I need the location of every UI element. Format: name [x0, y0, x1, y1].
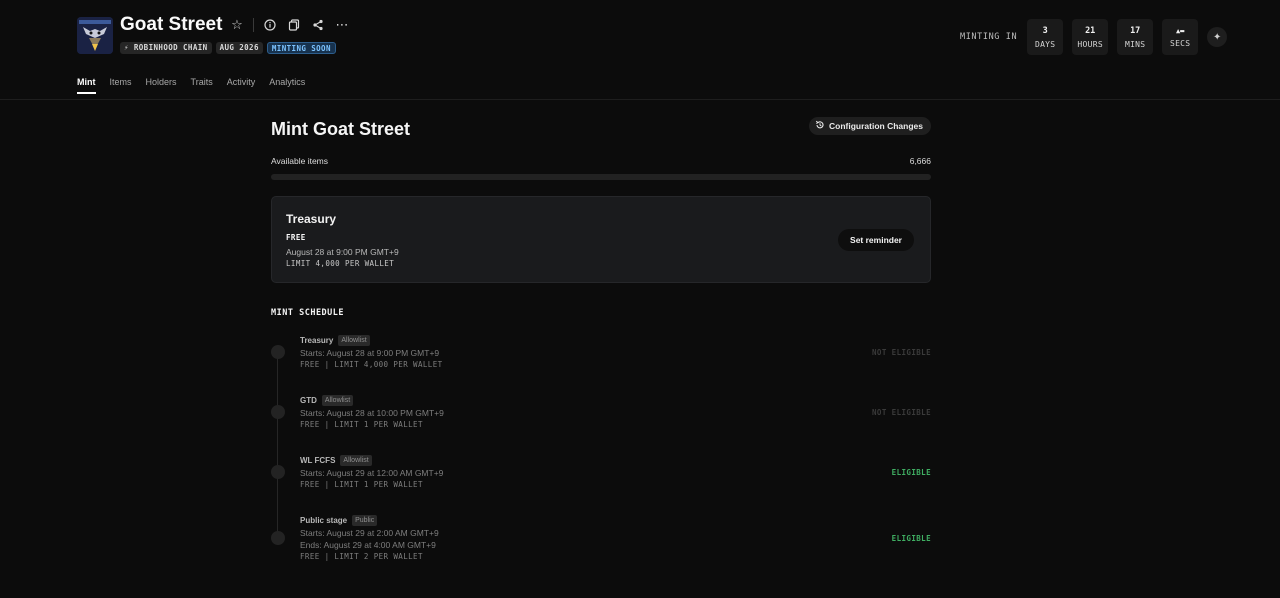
tab-traits[interactable]: Traits — [191, 77, 213, 94]
stage-date: August 28 at 9:00 PM GMT+9 — [286, 247, 399, 257]
mint-countdown: MINTING IN 3 DAYS 21 HOURS 17 MINS ▲▬ SE… — [960, 19, 1228, 55]
info-icon[interactable] — [262, 17, 278, 33]
tab-items[interactable]: Items — [110, 77, 132, 94]
page-title: Mint Goat Street — [271, 119, 411, 139]
countdown-mins: 17 MINS — [1117, 19, 1154, 55]
date-badge: AUG 2026 — [215, 42, 263, 54]
countdown-hours: 21 HOURS — [1072, 19, 1109, 55]
stage-name: GTD — [300, 396, 317, 405]
stage-dot — [271, 531, 285, 545]
history-icon — [815, 120, 825, 132]
share-icon[interactable] — [310, 17, 326, 33]
copy-icon[interactable] — [286, 17, 302, 33]
stage-meta: FREE | LIMIT 4,000 PER WALLET — [300, 360, 443, 369]
mint-progress-bar — [271, 174, 931, 180]
tab-activity[interactable]: Activity — [227, 77, 256, 94]
available-items-label: Available items — [271, 156, 329, 166]
stage-price: FREE — [286, 233, 306, 242]
minting-in-label: MINTING IN — [960, 32, 1018, 42]
chain-badge: ⚡ ROBINHOOD CHAIN — [120, 42, 212, 54]
stage-meta: FREE | LIMIT 2 PER WALLET — [300, 552, 423, 561]
more-options-icon[interactable]: ⋯ — [334, 17, 350, 33]
tab-holders[interactable]: Holders — [146, 77, 177, 94]
stage-status: NOT ELIGIBLE — [872, 408, 931, 417]
stage-tag: Allowlist — [340, 455, 372, 466]
collection-tabs: Mint Items Holders Traits Activity Analy… — [77, 77, 305, 94]
countdown-secs: ▲▬ SECS — [1162, 19, 1199, 55]
collection-avatar — [77, 17, 113, 54]
stage-meta: FREE | LIMIT 1 PER WALLET — [300, 480, 423, 489]
stage-starts: Starts: August 28 at 9:00 PM GMT+9 — [300, 348, 440, 358]
stage-tag: Allowlist — [321, 395, 354, 406]
stage-tag: Public — [352, 515, 378, 526]
available-items-value: 6,666 — [909, 156, 931, 166]
set-reminder-button[interactable]: Set reminder — [838, 229, 914, 251]
stage-name: Treasury — [300, 336, 334, 345]
timeline-line — [277, 352, 278, 542]
stage-limit: LIMIT 4,000 PER WALLET — [286, 259, 395, 268]
stage-name: WL FCFS — [300, 456, 336, 465]
stage-dot — [271, 345, 285, 359]
stage-tag: Allowlist — [338, 335, 370, 346]
stage-ends: Ends: August 29 at 4:00 AM GMT+9 — [300, 540, 436, 550]
stage-meta: FREE | LIMIT 1 PER WALLET — [300, 420, 423, 429]
stage-status: ELIGIBLE — [891, 468, 931, 477]
status-badge: MINTING SOON — [266, 42, 336, 54]
collection-header: Goat Street ☆ ⋯ ⚡ ROBINHOOD CHAIN AUG 20… — [0, 0, 1280, 100]
stage-name: Public stage — [300, 516, 348, 525]
mint-schedule-title: MINT SCHEDULE — [271, 308, 345, 318]
stage-status: ELIGIBLE — [891, 534, 931, 543]
collection-title: Goat Street — [120, 14, 223, 35]
stage-dot — [271, 465, 285, 479]
countdown-days: 3 DAYS — [1027, 19, 1064, 55]
stage-title: Treasury — [286, 212, 337, 226]
sparkle-icon[interactable]: ✦ — [1207, 27, 1228, 47]
stage-dot — [271, 405, 285, 419]
stage-status: NOT ELIGIBLE — [872, 348, 931, 357]
tab-analytics[interactable]: Analytics — [269, 77, 305, 94]
stage-starts: Starts: August 28 at 10:00 PM GMT+9 — [300, 408, 444, 418]
stage-starts: Starts: August 29 at 12:00 AM GMT+9 — [300, 468, 444, 478]
star-icon[interactable]: ☆ — [229, 17, 245, 33]
stage-starts: Starts: August 29 at 2:00 AM GMT+9 — [300, 528, 439, 538]
tab-mint[interactable]: Mint — [77, 77, 96, 94]
current-stage-card: Treasury FREE August 28 at 9:00 PM GMT+9… — [271, 196, 931, 283]
configuration-changes-button[interactable]: Configuration Changes — [809, 117, 931, 135]
